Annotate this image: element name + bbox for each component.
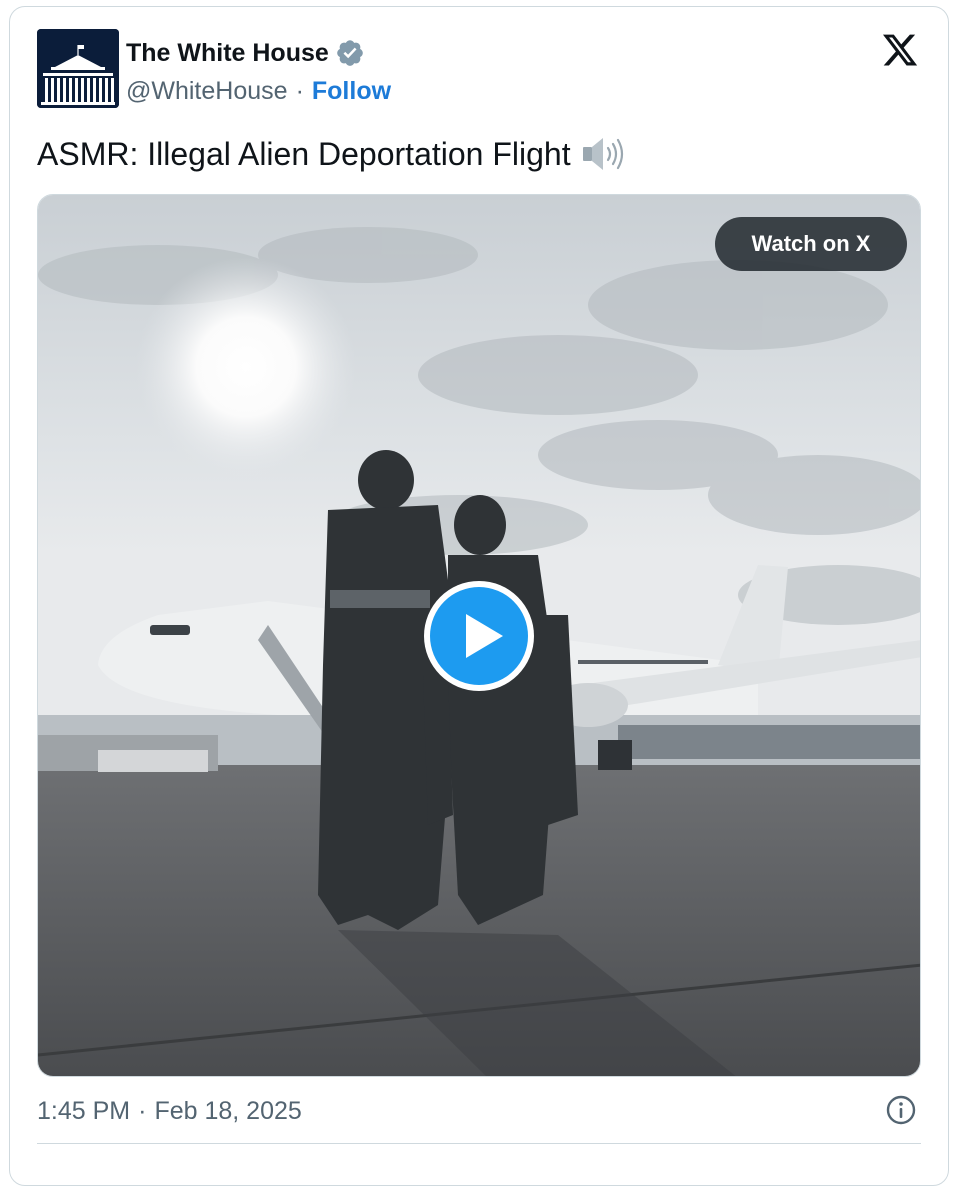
speaker-high-volume-icon: [582, 138, 623, 170]
author-handle[interactable]: @WhiteHouse: [126, 77, 288, 106]
tweet-text: ASMR: Illegal Alien Deportation Flight: [37, 132, 627, 176]
white-house-logo: [37, 29, 119, 108]
verified-badge-icon: [336, 40, 363, 66]
timestamp-separator: ·: [138, 1096, 147, 1125]
author-avatar[interactable]: [37, 29, 119, 108]
tweet-time[interactable]: 1:45 PM: [37, 1097, 130, 1126]
play-icon[interactable]: [422, 579, 536, 693]
author-name[interactable]: The White House: [126, 39, 329, 68]
author-name-row[interactable]: The White House: [126, 36, 365, 70]
tweet-timestamp[interactable]: 1:45 PM · Feb 18, 2025: [37, 1094, 302, 1128]
footer-divider: [37, 1143, 921, 1144]
follow-button[interactable]: Follow: [312, 77, 391, 106]
author-handle-row: @WhiteHouse · Follow: [126, 74, 391, 108]
separator-dot: ·: [295, 76, 304, 105]
tweet-date[interactable]: Feb 18, 2025: [154, 1097, 301, 1126]
tweet-text-content: ASMR: Illegal Alien Deportation Flight: [37, 135, 571, 172]
info-icon[interactable]: [885, 1094, 917, 1126]
video-media[interactable]: Watch on X: [37, 194, 921, 1077]
watch-on-x-button[interactable]: Watch on X: [715, 217, 907, 271]
x-logo-icon[interactable]: [880, 31, 920, 69]
